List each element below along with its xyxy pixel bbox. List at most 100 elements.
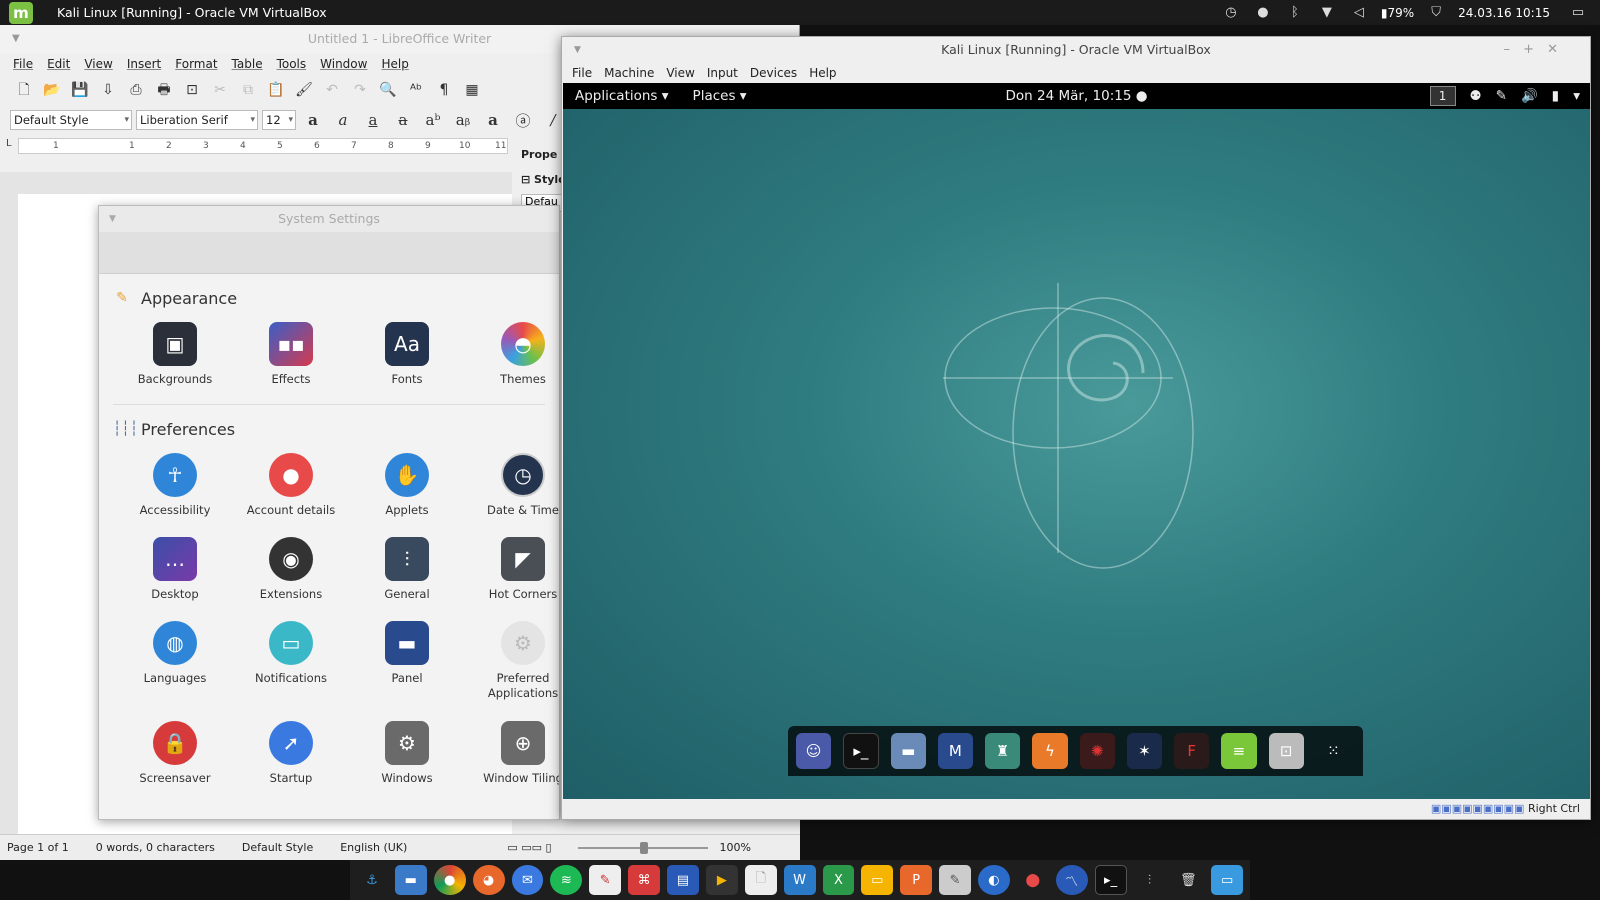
maximize-icon[interactable]: +: [1523, 37, 1534, 63]
taskbar-text-editor-icon[interactable]: ✎: [939, 865, 971, 895]
vbox-menu-help[interactable]: Help: [803, 66, 842, 80]
formatting-marks-icon[interactable]: ¶: [432, 79, 456, 101]
volume-icon[interactable]: 🔊: [1521, 88, 1538, 104]
window-menu-icon[interactable]: ▼: [109, 206, 116, 232]
taskbar-play-icon[interactable]: ▶: [705, 865, 738, 895]
subscript-icon[interactable]: aᵦ: [450, 111, 476, 129]
font-size-select[interactable]: 12: [262, 110, 296, 130]
menu-view[interactable]: View: [77, 57, 119, 71]
menu-insert[interactable]: Insert: [120, 57, 168, 71]
settings-item-applets[interactable]: ✋ Applets: [349, 447, 465, 531]
status-zoom[interactable]: 100%: [720, 841, 751, 854]
chevron-down-icon[interactable]: ▾: [1573, 88, 1580, 104]
dock-beef-icon[interactable]: ✶: [1126, 733, 1163, 769]
dock-show-apps-icon[interactable]: ⁙: [1316, 733, 1351, 769]
taskbar-mixer-icon[interactable]: ⫶: [1134, 865, 1166, 895]
settings-item-account-details[interactable]: ● Account details: [233, 447, 349, 531]
menu-table[interactable]: Table: [225, 57, 270, 71]
taskbar-office-writer-icon[interactable]: W: [783, 865, 816, 895]
settings-item-screensaver[interactable]: 🔒 Screensaver: [117, 715, 233, 799]
taskbar-spotify-icon[interactable]: ≋: [550, 865, 583, 895]
settings-item-effects[interactable]: ▪▪ Effects: [233, 316, 349, 400]
underline-icon[interactable]: a: [360, 111, 386, 129]
settings-titlebar[interactable]: ▼ System Settings: [99, 206, 559, 232]
pen-icon[interactable]: ✎: [1496, 88, 1507, 104]
horizontal-ruler[interactable]: 1 1 2 3 4 5 6 7 8 9 10 11: [18, 138, 508, 154]
close-icon[interactable]: ✕: [1547, 37, 1558, 63]
taskbar-wireshark-icon[interactable]: ◐: [978, 865, 1010, 895]
vbox-menu-devices[interactable]: Devices: [744, 66, 803, 80]
dock-ghost-icon[interactable]: ☺: [796, 733, 832, 769]
new-document-icon[interactable]: 🗋: [12, 79, 36, 101]
menu-format[interactable]: Format: [168, 57, 224, 71]
taskbar-files-icon[interactable]: ▬: [394, 865, 427, 895]
settings-item-notifications[interactable]: ▭ Notifications: [233, 615, 349, 699]
menu-tools[interactable]: Tools: [270, 57, 314, 71]
dock-terminal-icon[interactable]: ▸_: [843, 733, 879, 769]
settings-item-window-tiling[interactable]: ⊕ Window Tiling: [465, 715, 559, 799]
menu-window[interactable]: Window: [313, 57, 374, 71]
settings-item-accessibility[interactable]: ☥ Accessibility: [117, 447, 233, 531]
find-replace-icon[interactable]: 🔍: [376, 79, 400, 101]
menu-edit[interactable]: Edit: [40, 57, 77, 71]
settings-item-windows[interactable]: ⚙ Windows: [349, 715, 465, 799]
taskbar-monitor-icon[interactable]: 〽: [1055, 865, 1088, 895]
taskbar-trash-icon[interactable]: 🗑: [1172, 865, 1204, 895]
dock-faraday-icon[interactable]: F: [1174, 733, 1210, 769]
settings-item-startup[interactable]: ➚ Startup: [233, 715, 349, 799]
guest-display[interactable]: Applications ▾ Places ▾ Don 24 Mär, 10:1…: [563, 83, 1590, 801]
print-icon[interactable]: 🖶: [152, 79, 176, 101]
vbox-menu-machine[interactable]: Machine: [598, 66, 660, 80]
zoom-slider[interactable]: [577, 841, 708, 854]
italic-icon[interactable]: a: [330, 111, 356, 129]
settings-item-preferred-applications[interactable]: ⚙ Preferred Applications: [465, 615, 559, 700]
users-icon[interactable]: ⚉: [1470, 88, 1482, 104]
dock-maltego-icon[interactable]: ✺: [1079, 733, 1115, 769]
dock-burpsuite-icon[interactable]: ϟ: [1032, 733, 1068, 769]
applications-menu[interactable]: Applications ▾: [563, 88, 681, 104]
view-layout-icon[interactable]: ▭ ▭▭ ▯: [507, 841, 551, 854]
undo-icon[interactable]: ↶: [320, 79, 344, 101]
settings-item-date-time[interactable]: ◷ Date & Time: [465, 447, 559, 531]
vbox-menu-file[interactable]: File: [566, 66, 598, 80]
tab-stop-icon[interactable]: L: [6, 138, 12, 149]
pdf-icon[interactable]: ⎙: [124, 79, 148, 101]
save-icon[interactable]: 💾: [68, 79, 92, 101]
redo-icon[interactable]: ↷: [348, 79, 372, 101]
bold-icon[interactable]: a: [300, 111, 326, 129]
wifi-icon[interactable]: ▼: [1311, 5, 1343, 20]
clone-format-icon[interactable]: 🖌: [292, 79, 316, 101]
window-menu-icon[interactable]: ▼: [12, 25, 20, 53]
vbox-menu-input[interactable]: Input: [701, 66, 744, 80]
vbox-titlebar[interactable]: ▼ Kali Linux [Running] - Oracle VM Virtu…: [562, 37, 1590, 63]
vbox-device-icons[interactable]: ▣▣▣▣▣▣▣▣▣: [1431, 802, 1525, 815]
open-icon[interactable]: 📂: [40, 79, 64, 101]
clock-icon[interactable]: ◷: [1215, 5, 1247, 20]
battery-indicator[interactable]: ▮79%: [1375, 6, 1420, 20]
spelling-icon[interactable]: ᴬᵇ: [404, 79, 428, 101]
taskbar-desktop-icon[interactable]: ▭: [1211, 865, 1244, 895]
copy-icon[interactable]: ⧉: [236, 79, 260, 101]
insert-table-icon[interactable]: ▦: [460, 79, 484, 101]
settings-item-extensions[interactable]: ◉ Extensions: [233, 531, 349, 615]
dock-settings-icon[interactable]: ⊡: [1268, 733, 1304, 769]
status-page[interactable]: Page 1 of 1: [7, 841, 69, 854]
show-desktop-icon[interactable]: ▭: [1556, 5, 1600, 20]
settings-item-hot-corners[interactable]: ◤ Hot Corners: [465, 531, 559, 615]
settings-item-general[interactable]: ⫶ General: [349, 531, 465, 615]
taskbar-calc-icon[interactable]: X: [822, 865, 855, 895]
taskbar-draw-icon[interactable]: ✎: [589, 865, 622, 895]
dock-armitage-icon[interactable]: ♜: [985, 733, 1021, 769]
taskbar-impress-icon[interactable]: P: [900, 865, 933, 895]
battery-icon[interactable]: ▮: [1552, 88, 1559, 104]
taskbar-firefox-icon[interactable]: ◕: [472, 865, 505, 895]
dock-notes-icon[interactable]: ≡: [1221, 733, 1257, 769]
status-words[interactable]: 0 words, 0 characters: [96, 841, 215, 854]
window-menu-icon[interactable]: ▼: [574, 37, 581, 63]
print-preview-icon[interactable]: ⊡: [180, 79, 204, 101]
status-language[interactable]: English (UK): [340, 841, 407, 854]
font-name-select[interactable]: Liberation Serif: [136, 110, 258, 130]
strikethrough-icon[interactable]: a: [390, 111, 416, 129]
settings-item-fonts[interactable]: Aa Fonts: [349, 316, 465, 400]
minimize-icon[interactable]: –: [1504, 37, 1511, 63]
